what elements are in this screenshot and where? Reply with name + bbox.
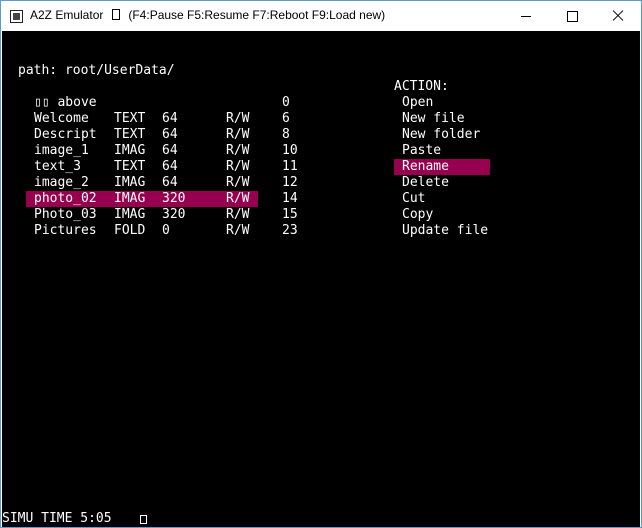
action-label: Paste (402, 143, 442, 158)
file-name: photo_02 (34, 191, 97, 206)
file-permission: R/W (226, 175, 250, 190)
action-label: Open (402, 95, 434, 110)
file-row[interactable]: image_1 IMAG 64 R/W 10 (26, 143, 298, 159)
minimize-icon (521, 15, 531, 17)
file-size: 64 (162, 175, 178, 190)
action-item[interactable]: Rename (394, 159, 490, 175)
action-label: Rename (402, 159, 449, 174)
file-permission: R/W (226, 111, 250, 126)
shortcut-hints: (F4:Pause F5:Resume F7:Reboot F9:Load ne… (128, 8, 386, 22)
file-type: TEXT (114, 127, 146, 142)
action-label: Copy (402, 207, 434, 222)
action-label: New folder (402, 127, 481, 142)
file-number: 6 (282, 111, 290, 126)
close-button[interactable] (595, 1, 641, 31)
file-number: 12 (282, 175, 298, 190)
file-number: 14 (282, 191, 298, 206)
file-type: FOLD (114, 223, 146, 238)
file-size: 64 (162, 143, 178, 158)
app-title: A2Z Emulator (30, 8, 104, 22)
action-header: ACTION: (394, 79, 449, 94)
text-cursor-icon (140, 515, 147, 524)
file-row[interactable]: Pictures FOLD 0 R/W 23 (26, 223, 298, 239)
file-number: 10 (282, 143, 298, 158)
file-number: 0 (282, 95, 290, 110)
emulator-window: A2Z Emulator (F4:Pause F5:Resume F7:Reboo… (0, 0, 642, 528)
file-name: image_1 (34, 143, 89, 158)
file-number: 11 (282, 159, 298, 174)
file-type: TEXT (114, 159, 146, 174)
file-permission: R/W (226, 159, 250, 174)
close-icon (612, 10, 624, 22)
file-row[interactable]: Photo_03 IMAG 320 R/W 15 (26, 207, 298, 223)
title-bar[interactable]: A2Z Emulator (F4:Pause F5:Resume F7:Reboo… (1, 1, 641, 31)
file-type: IMAG (114, 191, 146, 206)
file-permission: R/W (226, 191, 250, 206)
file-number: 23 (282, 223, 298, 238)
action-item[interactable]: New file (394, 111, 490, 127)
file-row[interactable]: Welcome TEXT 64 R/W 6 (26, 111, 290, 127)
file-row[interactable]: ▯▯ above 0 (26, 95, 290, 111)
minimize-button[interactable] (503, 1, 549, 31)
file-row[interactable]: image_2 IMAG 64 R/W 12 (26, 175, 298, 191)
file-row[interactable]: Descript TEXT 64 R/W 8 (26, 127, 290, 143)
action-label: Cut (402, 191, 426, 206)
action-item[interactable]: Update file (394, 223, 490, 239)
file-name: Pictures (34, 223, 97, 238)
action-item[interactable]: Open (394, 95, 490, 111)
file-type: IMAG (114, 143, 146, 158)
file-size: 64 (162, 127, 178, 142)
file-size: 64 (162, 159, 178, 174)
action-item[interactable]: Paste (394, 143, 490, 159)
window-title: A2Z Emulator (F4:Pause F5:Resume F7:Reboo… (30, 8, 385, 22)
file-name: Descript (34, 127, 97, 142)
file-name: text_3 (34, 159, 81, 174)
file-permission: R/W (226, 143, 250, 158)
simulation-time: SIMU TIME 5:05 (2, 511, 112, 526)
app-icon (10, 10, 23, 23)
maximize-icon (566, 10, 578, 22)
file-name: Photo_03 (34, 207, 97, 222)
file-type: IMAG (114, 175, 146, 190)
file-size: 320 (162, 191, 186, 206)
action-item[interactable]: Delete (394, 175, 490, 191)
file-type: TEXT (114, 111, 146, 126)
unknown-glyph-icon (112, 9, 121, 20)
action-item[interactable]: Copy (394, 207, 490, 223)
file-name: Welcome (34, 111, 89, 126)
file-type: IMAG (114, 207, 146, 222)
action-item[interactable]: New folder (394, 127, 490, 143)
file-permission: R/W (226, 127, 250, 142)
emulator-screen[interactable]: path: root/UserData/ ACTION: ▯▯ above 0 We… (2, 31, 640, 527)
file-number: 8 (282, 127, 290, 142)
file-permission: R/W (226, 207, 250, 222)
file-number: 15 (282, 207, 298, 222)
maximize-button[interactable] (549, 1, 595, 31)
file-size: 0 (162, 223, 170, 238)
file-size: 320 (162, 207, 186, 222)
action-label: New file (402, 111, 465, 126)
file-row[interactable]: photo_02 IMAG 320 R/W 14 (26, 191, 298, 207)
action-label: Delete (402, 175, 449, 190)
path-label: path: root/UserData/ (18, 63, 175, 78)
file-permission: R/W (226, 223, 250, 238)
file-name: ▯▯ above (34, 95, 97, 110)
action-label: Update file (402, 223, 489, 238)
file-size: 64 (162, 111, 178, 126)
action-item[interactable]: Cut (394, 191, 490, 207)
file-row[interactable]: text_3 TEXT 64 R/W 11 (26, 159, 298, 175)
file-name: image_2 (34, 175, 89, 190)
